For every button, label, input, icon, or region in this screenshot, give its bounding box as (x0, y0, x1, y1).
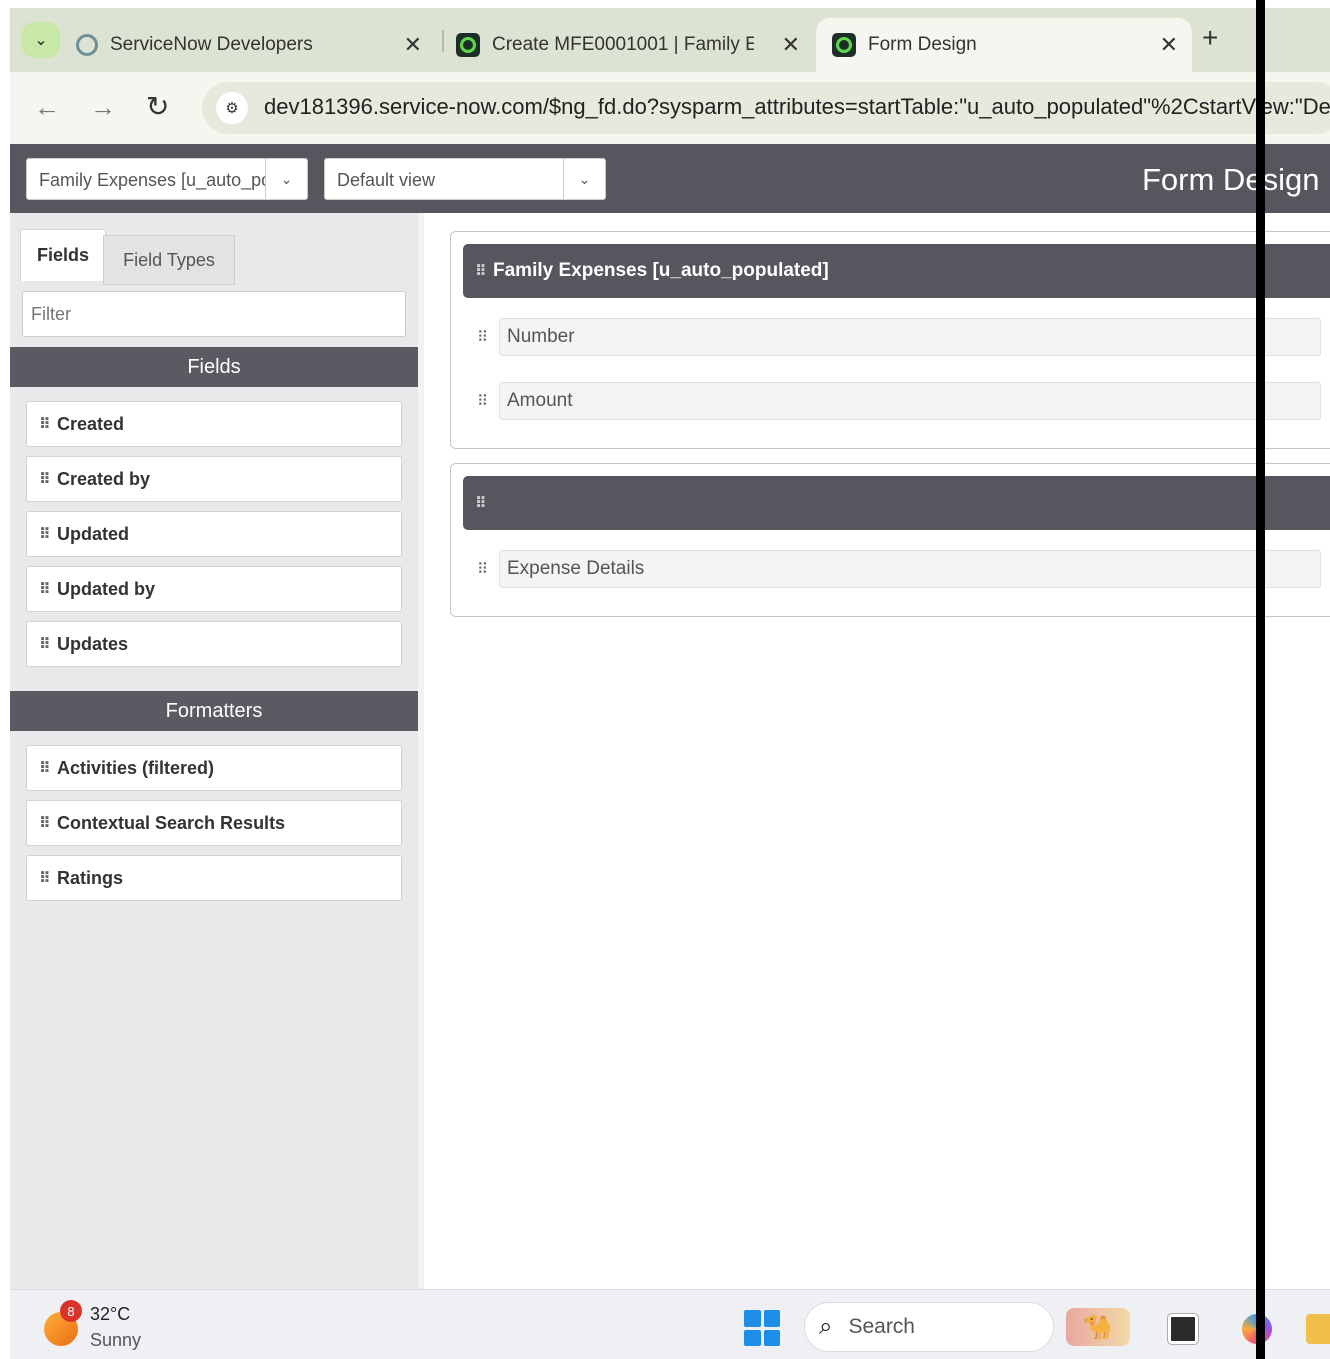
table-select[interactable]: Family Expenses [u_auto_populated] ⌄ (26, 158, 308, 200)
windows-taskbar: 8 32°C Sunny ⌕ Search 🐪 (10, 1289, 1330, 1359)
drag-handle-icon[interactable]: ⠿ (475, 262, 487, 280)
form-field-label: Expense Details (499, 550, 1321, 588)
terminal-app-icon[interactable] (1168, 1314, 1198, 1344)
servicenow-app-favicon-icon (832, 33, 856, 57)
tab-fields[interactable]: Fields (20, 229, 106, 281)
taskbar-search[interactable]: ⌕ Search (804, 1302, 1054, 1352)
search-icon: ⌕ (819, 1313, 833, 1340)
back-arrow-icon[interactable]: ← (34, 92, 60, 123)
palette-field-updated[interactable]: ⠿ Updated (26, 511, 402, 557)
weather-temperature[interactable]: 32°C (90, 1304, 130, 1325)
tab-create-record[interactable]: Create MFE0001001 | Family Ex ✕ (446, 18, 814, 72)
forward-arrow-icon[interactable]: → (90, 92, 116, 123)
drag-handle-icon[interactable]: ⠿ (39, 759, 51, 777)
form-design-header: Family Expenses [u_auto_populated] ⌄ Def… (10, 144, 1330, 213)
form-field-label: Amount (499, 382, 1321, 420)
tab-title: Form Design (868, 34, 977, 55)
drag-handle-icon[interactable]: ⠿ (477, 328, 489, 346)
new-tab-plus-icon[interactable]: + (1202, 22, 1218, 54)
browser-tab-strip: ⌄ ServiceNow Developers ✕ Create MFE0001… (10, 8, 1330, 72)
chevron-down-icon[interactable]: ⌄ (563, 159, 605, 199)
form-section-header[interactable]: ⠿ Family Expenses [u_auto_populated] (463, 244, 1330, 298)
palette-field-created-by[interactable]: ⠿ Created by (26, 456, 402, 502)
drag-handle-icon[interactable]: ⠿ (39, 415, 51, 433)
form-section-title: Family Expenses [u_auto_populated] (493, 260, 829, 281)
tab-field-types[interactable]: Field Types (103, 235, 235, 285)
form-field-amount[interactable]: ⠿ Amount (463, 376, 1330, 426)
form-field-expense-details[interactable]: ⠿ Expense Details (463, 544, 1330, 594)
palette-field-updated-by[interactable]: ⠿ Updated by (26, 566, 402, 612)
palette-field-created[interactable]: ⠿ Created (26, 401, 402, 447)
view-select-value: Default view (337, 170, 436, 190)
field-palette: Fields Field Types Fields ⠿Created ⠿Crea… (10, 213, 418, 1289)
chevron-down-icon[interactable]: ⌄ (265, 159, 307, 199)
form-field-label: Number (499, 318, 1321, 356)
servicenow-favicon-icon (76, 34, 98, 56)
form-section: ⠿ Family Expenses [u_auto_populated] ⠿ N… (450, 231, 1330, 449)
drag-handle-icon[interactable]: ⠿ (39, 869, 51, 887)
drag-handle-icon[interactable]: ⠿ (477, 392, 489, 410)
form-canvas: ⠿ Family Expenses [u_auto_populated] ⠿ N… (418, 213, 1330, 1289)
view-select[interactable]: Default view ⌄ (324, 158, 606, 200)
widgets-highlight-icon[interactable]: 🐪 (1066, 1308, 1130, 1346)
palette-field-updates[interactable]: ⠿ Updates (26, 621, 402, 667)
screen: ⌄ ServiceNow Developers ✕ Create MFE0001… (10, 8, 1330, 1359)
drag-handle-icon[interactable]: ⠿ (475, 494, 487, 512)
drag-handle-icon[interactable]: ⠿ (39, 580, 51, 598)
reload-icon[interactable]: ↻ (146, 90, 169, 123)
page-title: Form Design (1142, 162, 1320, 197)
weather-condition[interactable]: Sunny (90, 1330, 141, 1351)
file-explorer-icon[interactable] (1306, 1314, 1330, 1344)
drag-handle-icon[interactable]: ⠿ (477, 560, 489, 578)
form-field-number[interactable]: ⠿ Number (463, 312, 1330, 362)
palette-formatter-ratings[interactable]: ⠿ Ratings (26, 855, 402, 901)
drag-handle-icon[interactable]: ⠿ (39, 470, 51, 488)
weather-notification-badge: 8 (60, 1300, 82, 1322)
drag-handle-icon[interactable]: ⠿ (39, 814, 51, 832)
filter-input[interactable] (22, 291, 406, 337)
url-text[interactable]: dev181396.service-now.com/$ng_fd.do?sysp… (264, 94, 1330, 120)
tab-servicenow-developers[interactable]: ServiceNow Developers ✕ (76, 18, 436, 72)
tab-title: Create MFE0001001 | Family Ex (492, 34, 754, 55)
drag-handle-icon[interactable]: ⠿ (39, 635, 51, 653)
close-tab-icon[interactable]: ✕ (404, 32, 422, 58)
servicenow-app-favicon-icon (456, 33, 480, 57)
windows-start-icon[interactable] (744, 1310, 780, 1346)
form-section: ⠿ ⠿ Expense Details (450, 463, 1330, 617)
drag-handle-icon[interactable]: ⠿ (39, 525, 51, 543)
close-tab-icon[interactable]: ✕ (1160, 32, 1178, 58)
palette-formatter-activities[interactable]: ⠿ Activities (filtered) (26, 745, 402, 791)
tab-title: ServiceNow Developers (110, 34, 313, 55)
taskbar-search-label: Search (848, 1315, 915, 1338)
fields-section-header: Fields (10, 347, 418, 387)
palette-formatter-contextual-search[interactable]: ⠿ Contextual Search Results (26, 800, 402, 846)
address-bar[interactable]: ⚙ dev181396.service-now.com/$ng_fd.do?sy… (202, 82, 1330, 134)
tab-search-chevron-icon[interactable]: ⌄ (22, 22, 60, 58)
formatters-section-header: Formatters (10, 691, 418, 731)
tab-separator (442, 30, 444, 52)
tab-form-design[interactable]: Form Design ✕ (816, 18, 1192, 72)
table-select-value: Family Expenses [u_auto_populated] (39, 170, 265, 190)
close-tab-icon[interactable]: ✕ (782, 32, 800, 58)
black-occluding-bar (1256, 0, 1265, 1359)
site-settings-icon[interactable]: ⚙ (216, 92, 248, 124)
browser-toolbar: ← → ↻ ⚙ dev181396.service-now.com/$ng_fd… (10, 72, 1330, 144)
form-section-header[interactable]: ⠿ (463, 476, 1330, 530)
